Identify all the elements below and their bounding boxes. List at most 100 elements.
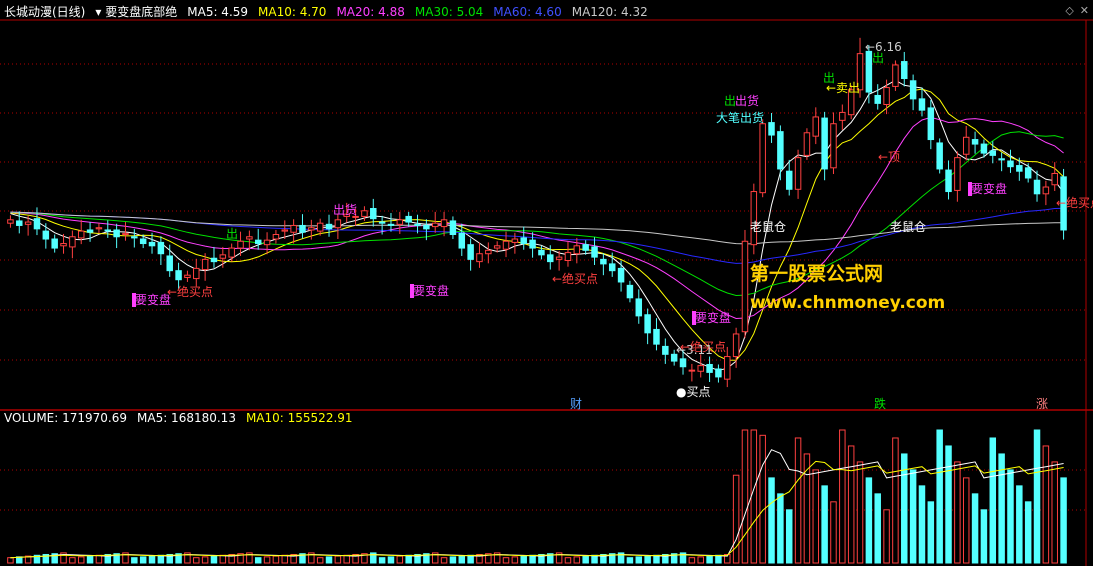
volume-bar xyxy=(564,557,572,564)
volume-bar xyxy=(980,509,988,564)
candle-body xyxy=(104,229,112,232)
candle-body xyxy=(405,215,412,223)
candle-body xyxy=(1016,165,1023,172)
volume-bar xyxy=(201,556,209,564)
indicator-selector[interactable]: ▾ 要变盘底部绝 xyxy=(95,3,177,20)
candle-body xyxy=(184,274,191,278)
stock-title: 长城动漫(日线) xyxy=(4,5,86,19)
candle-body xyxy=(511,238,519,243)
candle-body xyxy=(750,191,758,246)
close-icon[interactable]: ✕ xyxy=(1080,4,1089,17)
signal-label: 老鼠仓 xyxy=(890,220,926,234)
volume-bar xyxy=(847,445,855,564)
ma10-value: MA10: 4.70 xyxy=(258,4,327,19)
candle-body xyxy=(299,224,306,233)
signal-label: 出 xyxy=(226,227,238,241)
candle-body xyxy=(122,232,129,235)
candle-body xyxy=(892,64,899,87)
kline-chart[interactable]: 要变盘←绝买点出出货要变盘←绝买点←绝买点←3.11出出货大笔出货老鼠仓出←卖出… xyxy=(0,0,1093,566)
candle-body xyxy=(157,241,165,255)
indicator-dropdown-icon[interactable]: ▾ xyxy=(95,5,101,19)
candlestick-series xyxy=(7,37,1067,388)
volume-bar xyxy=(591,554,598,564)
volume-bar xyxy=(405,554,412,564)
candle-body xyxy=(414,223,421,226)
candle-body xyxy=(95,227,103,230)
candle-body xyxy=(1033,179,1041,195)
watermark-title: 第一股票公式网 xyxy=(750,263,884,285)
candle-body xyxy=(980,143,988,154)
candle-body xyxy=(148,241,156,247)
volume-bar xyxy=(697,556,704,564)
volume-bar xyxy=(715,554,722,564)
candle-body xyxy=(361,210,368,217)
candle-body xyxy=(493,245,501,249)
candle-body xyxy=(679,358,687,368)
signal-label: ←6.16 xyxy=(865,40,902,54)
volume-ma10: MA10: 155522.91 xyxy=(245,411,353,425)
volume-bar xyxy=(139,556,147,564)
volume-bar xyxy=(325,556,333,564)
candle-body xyxy=(33,218,41,230)
candle-body xyxy=(989,150,997,156)
candle-body xyxy=(325,223,333,230)
candle-body xyxy=(485,249,492,255)
candle-body xyxy=(529,239,536,249)
candle-body xyxy=(308,227,315,231)
volume-bar xyxy=(936,429,943,564)
volume-bar xyxy=(131,557,138,564)
diamond-icon[interactable]: ◇ xyxy=(1065,4,1073,17)
candle-body xyxy=(732,333,740,358)
volume-bar xyxy=(892,437,899,564)
candle-body xyxy=(547,254,554,263)
candle-body xyxy=(608,263,616,272)
volume-bar xyxy=(210,555,218,564)
candle-body xyxy=(998,158,1005,161)
candle-body xyxy=(316,222,324,232)
ma5-value: MA5: 4.59 xyxy=(187,4,249,19)
volume-bar xyxy=(821,485,828,564)
signal-label: ←绝买点 xyxy=(167,284,213,299)
volume-bars xyxy=(7,429,1067,564)
volume-bar xyxy=(989,437,997,564)
candle-body xyxy=(591,246,598,258)
signal-label: ←绝买点 xyxy=(1056,195,1093,210)
candle-body xyxy=(759,123,766,194)
volume-bar xyxy=(962,477,970,564)
candle-body xyxy=(139,238,147,245)
volume-bar xyxy=(378,557,386,564)
volume-bar xyxy=(750,429,758,564)
candle-body xyxy=(927,107,935,141)
volume-bar xyxy=(865,477,873,564)
candle-body xyxy=(821,117,828,170)
candle-body xyxy=(219,254,227,259)
volume-bar xyxy=(69,557,76,564)
volume-bar xyxy=(812,469,820,564)
volume-bar xyxy=(467,554,474,564)
signal-label: 大笔出货 xyxy=(716,110,764,125)
candle-body xyxy=(706,363,713,373)
volume-bar xyxy=(759,434,766,564)
candle-body xyxy=(290,224,297,233)
candle-body xyxy=(370,208,377,220)
candle-body xyxy=(600,258,607,265)
candle-body xyxy=(449,220,457,235)
candle-body xyxy=(51,238,58,249)
candle-body xyxy=(839,111,846,121)
candle-body xyxy=(1024,167,1032,179)
candle-body xyxy=(272,233,280,240)
volume-bar xyxy=(219,554,227,564)
candle-body xyxy=(555,256,563,260)
candle-body xyxy=(830,123,837,169)
candle-body xyxy=(246,236,253,240)
volume-bar xyxy=(909,469,917,564)
candle-body xyxy=(387,223,395,226)
volume-bar xyxy=(387,556,395,564)
volume-bar xyxy=(396,555,404,564)
volume-bar xyxy=(263,556,271,564)
signal-label: 出货 xyxy=(333,202,357,217)
signal-label: 财 xyxy=(570,397,582,411)
signal-label: 出货 xyxy=(735,93,759,108)
volume-ma5: MA5: 168180.13 xyxy=(137,411,236,425)
candle-body xyxy=(1042,186,1050,195)
